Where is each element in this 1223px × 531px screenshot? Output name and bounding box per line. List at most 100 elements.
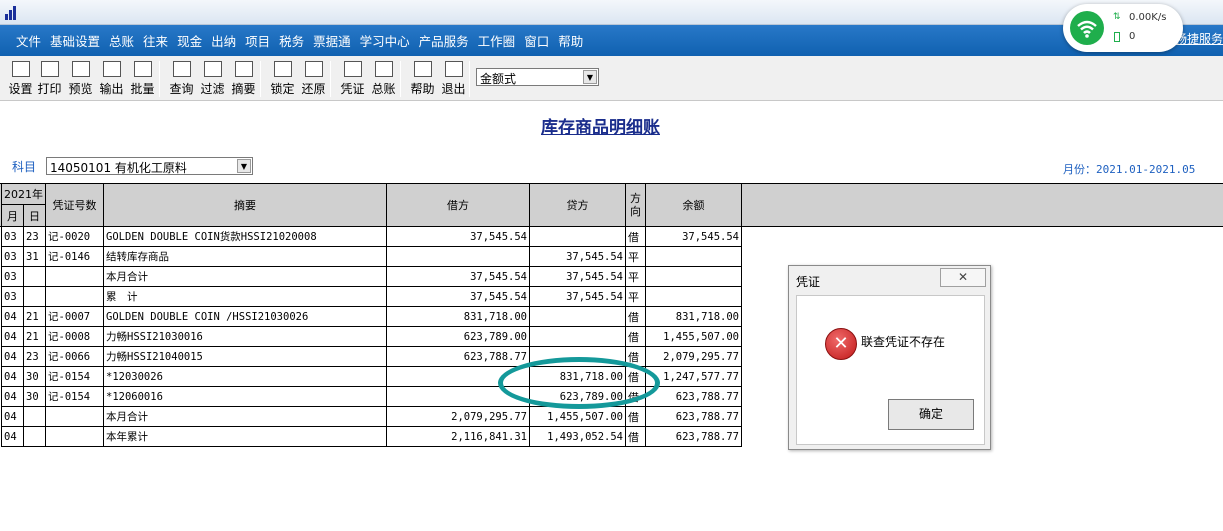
- cell-bal: 2,079,295.77: [645, 346, 742, 367]
- toolbar-button[interactable]: 锁定: [267, 61, 298, 99]
- cell-s: 累 计: [103, 286, 387, 307]
- cell-dir: 借: [625, 306, 646, 327]
- toolbar-button[interactable]: 凭证: [337, 61, 368, 99]
- close-icon[interactable]: ✕: [940, 268, 986, 287]
- table-row[interactable]: 03 23 记-0020 GOLDEN DOUBLE COIN货款HSSI210200…: [1, 226, 742, 247]
- cell-s: *12030026: [103, 366, 387, 387]
- cell-credit: [529, 326, 626, 347]
- cell-dir: 平: [625, 246, 646, 267]
- cell-bal: [645, 286, 742, 307]
- toolbar-button[interactable]: 还原: [298, 61, 329, 99]
- toolbar-button[interactable]: 设置: [5, 61, 36, 99]
- col-balance: 余额: [645, 183, 742, 227]
- subject-select[interactable]: 14050101 有机化工原料 ▼: [46, 157, 253, 175]
- cell-s: GOLDEN DOUBLE COIN货款HSSI21020008: [103, 226, 387, 247]
- wifi-icon: [1070, 11, 1104, 45]
- connection-count: 0: [1129, 31, 1136, 42]
- toolbar-button[interactable]: 帮助: [407, 61, 438, 99]
- toolbar-button-label: 批量: [130, 82, 155, 96]
- cell-s: 本月合计: [103, 266, 387, 287]
- toolbar-button[interactable]: 过滤: [197, 61, 228, 99]
- menu-item[interactable]: 税务: [279, 31, 304, 50]
- cell-dir: 借: [625, 326, 646, 347]
- cell-debit: 37,545.54: [386, 286, 530, 307]
- toolbar-button[interactable]: 预览: [65, 61, 96, 99]
- cell-debit: 2,079,295.77: [386, 406, 530, 427]
- col-voucher: 凭证号数: [45, 183, 104, 227]
- cell-credit: [529, 306, 626, 327]
- summary-icon: [234, 61, 253, 77]
- toolbar-button-label: 预览: [68, 82, 93, 96]
- menu-item[interactable]: 学习中心: [360, 31, 410, 50]
- toolbar-button-label: 退出: [441, 82, 466, 96]
- cell-v: 记-0154: [45, 366, 104, 387]
- menu-item[interactable]: 窗口: [524, 31, 549, 50]
- cell-credit: 37,545.54: [529, 286, 626, 307]
- cell-debit: 2,116,841.31: [386, 426, 530, 447]
- cell-d: 30: [23, 386, 46, 407]
- cell-s: 结转库存商品: [103, 246, 387, 267]
- cell-debit: 37,545.54: [386, 226, 530, 247]
- highlight-circle-annotation: [498, 357, 660, 409]
- toolbar-button-label: 凭证: [340, 82, 365, 96]
- exit-icon: [444, 61, 463, 77]
- cell-m: 03: [1, 266, 24, 287]
- table-row[interactable]: 03 累 计 37,545.54 37,545.54 平: [1, 286, 742, 307]
- ledger-body: 03 23 记-0020 GOLDEN DOUBLE COIN货款HSSI210200…: [1, 226, 742, 447]
- toolbar-button[interactable]: 打印: [34, 61, 65, 99]
- window-titlebar: [0, 0, 1223, 25]
- cell-s: 力畅HSSI21040015: [103, 346, 387, 367]
- toolbar-separator: [330, 61, 331, 97]
- menu-item[interactable]: 现金: [177, 31, 202, 50]
- cell-bal: 623,788.77: [645, 406, 742, 427]
- toolbar: 金额式 ▼ 设置 打印 预览 输出 批量 查询 过滤 摘要 锁定 还原 凭证 总账 帮助 退出: [0, 56, 1223, 101]
- menu-item[interactable]: 总账: [109, 31, 134, 50]
- menu-item[interactable]: 文件: [16, 31, 41, 50]
- table-row[interactable]: 04 21 记-0007 GOLDEN DOUBLE COIN /HSSI210300…: [1, 306, 742, 327]
- menu-item[interactable]: 项目: [245, 31, 270, 50]
- toolbar-button-label: 锁定: [270, 82, 295, 96]
- menu-item[interactable]: 基础设置: [50, 31, 100, 50]
- binoculars-icon: [172, 61, 191, 77]
- col-debit: 借方: [386, 183, 530, 227]
- network-speed-widget: ⇅ 0.00K/s 0: [1063, 4, 1183, 52]
- table-row[interactable]: 04 21 记-0008 力畅HSSI21030016 623,789.00 借 1,455…: [1, 326, 742, 347]
- format-select[interactable]: 金额式 ▼: [476, 68, 599, 86]
- cell-debit: 623,789.00: [386, 326, 530, 347]
- menu-item[interactable]: 票据通: [313, 31, 351, 50]
- cell-v: [45, 406, 104, 427]
- cell-s: GOLDEN DOUBLE COIN /HSSI21030026: [103, 306, 387, 327]
- toolbar-button[interactable]: 批量: [127, 61, 158, 99]
- table-row[interactable]: 04 本月合计 2,079,295.77 1,455,507.00 借 623,788.7…: [1, 406, 742, 427]
- period-range: 月份：2021.01-2021.05: [1063, 163, 1196, 176]
- cell-dir: 平: [625, 286, 646, 307]
- toolbar-button[interactable]: 查询: [166, 61, 197, 99]
- cell-dir: 借: [625, 426, 646, 447]
- table-row[interactable]: 03 本月合计 37,545.54 37,545.54 平: [1, 266, 742, 287]
- table-row[interactable]: 03 31 记-0146 结转库存商品 37,545.54 平: [1, 246, 742, 267]
- toolbar-button[interactable]: 总账: [368, 61, 399, 99]
- cell-d: 21: [23, 306, 46, 327]
- menu-item[interactable]: 往来: [143, 31, 168, 50]
- menu-item[interactable]: 工作圈: [478, 31, 516, 50]
- cell-debit: 37,545.54: [386, 266, 530, 287]
- cell-m: 03: [1, 226, 24, 247]
- cell-v: 记-0008: [45, 326, 104, 347]
- menu-item[interactable]: 出纳: [211, 31, 236, 50]
- menu-item[interactable]: 产品服务: [419, 31, 469, 50]
- cell-credit: 37,545.54: [529, 266, 626, 287]
- toolbar-separator: [400, 61, 401, 97]
- toolbar-button[interactable]: 输出: [96, 61, 127, 99]
- cell-d: 23: [23, 346, 46, 367]
- ok-button[interactable]: 确定: [888, 399, 974, 430]
- menu-item[interactable]: 帮助: [558, 31, 583, 50]
- toolbar-button[interactable]: 退出: [438, 61, 469, 99]
- export-icon: [102, 61, 121, 77]
- toolbar-button[interactable]: 摘要: [228, 61, 259, 99]
- printer-icon: [40, 61, 59, 77]
- cell-s: 力畅HSSI21030016: [103, 326, 387, 347]
- settings-icon: [11, 61, 30, 77]
- toolbar-button-label: 摘要: [231, 82, 256, 96]
- cell-s: *12060016: [103, 386, 387, 407]
- table-row[interactable]: 04 本年累计 2,116,841.31 1,493,052.54 借 623,788.7…: [1, 426, 742, 447]
